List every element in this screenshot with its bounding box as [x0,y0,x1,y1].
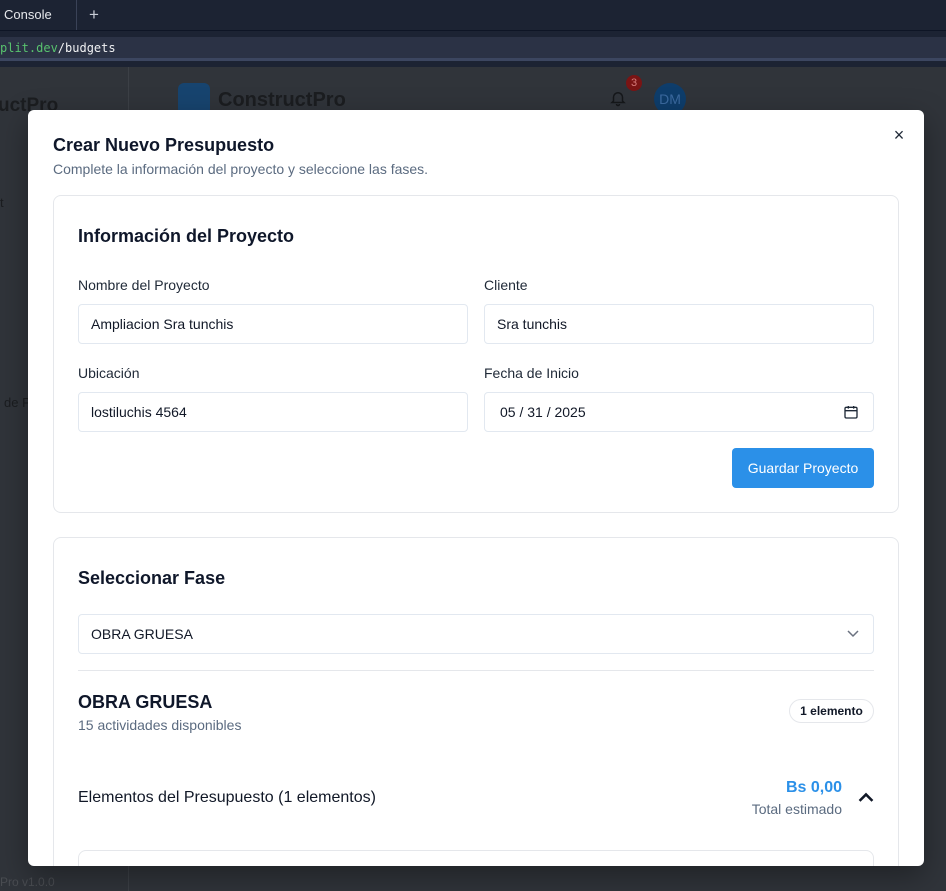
add-tab-icon[interactable]: + [85,5,103,25]
divider [78,670,874,671]
phase-select-title: Seleccionar Fase [78,568,226,588]
location-input[interactable]: lostiluchis 4564 [78,392,468,432]
phase-activities: 15 actividades disponibles [78,717,242,733]
modal-title: Crear Nuevo Presupuesto [53,135,275,155]
phase-name: OBRA GRUESA [78,692,213,712]
total-label: Total estimado [751,801,842,817]
notification-badge: 3 [626,75,642,91]
modal-subtitle: Complete la información del proyecto y s… [53,161,429,177]
project-name-label: Nombre del Proyecto [78,277,210,293]
url-path: /budgets [57,41,116,55]
client-label: Cliente [484,277,528,293]
phase-card: Seleccionar Fase OBRA GRUESA OBRA GRUESA… [53,537,899,866]
start-date-label: Fecha de Inicio [484,365,579,381]
chevron-down-icon [847,630,859,638]
close-icon[interactable]: × [890,126,908,144]
save-project-button[interactable]: Guardar Proyecto [732,448,874,488]
phase-select-value: OBRA GRUESA [91,626,193,642]
bell-icon[interactable] [609,89,627,107]
budget-items-title: Elementos del Presupuesto (1 elementos) [78,789,376,806]
sidebar-item-fragment[interactable]: de P [4,395,31,410]
address-bar[interactable]: plit.dev/budgets [0,37,946,61]
location-label: Ubicación [78,365,140,381]
tab-label: Console [4,7,52,22]
project-info-title: Información del Proyecto [78,226,295,246]
address-bar-area: plit.dev/budgets [0,31,946,67]
app-brand: ConstructPro [218,89,346,111]
browser-tab-bar: Console + [0,0,946,31]
tab-console[interactable]: Console [0,0,77,30]
budget-items-list [78,850,874,866]
client-input[interactable]: Sra tunchis [484,304,874,344]
create-budget-modal: Crear Nuevo Presupuesto Complete la info… [28,110,924,866]
sidebar-item-fragment[interactable]: t [0,195,4,210]
phase-select[interactable]: OBRA GRUESA [78,614,874,654]
chevron-up-icon[interactable] [857,790,875,804]
url-host: plit.dev [0,41,58,55]
total-amount: Bs 0,00 [785,779,842,796]
version-label: Pro v1.0.0 [0,875,55,889]
project-info-card: Información del Proyecto Nombre del Proy… [53,195,899,513]
calendar-icon[interactable] [843,404,859,420]
element-count-badge: 1 elemento [789,699,874,723]
start-date-value: 05 / 31 / 2025 [500,404,586,420]
start-date-input[interactable]: 05 / 31 / 2025 [484,392,874,432]
project-name-input[interactable]: Ampliacion Sra tunchis [78,304,468,344]
